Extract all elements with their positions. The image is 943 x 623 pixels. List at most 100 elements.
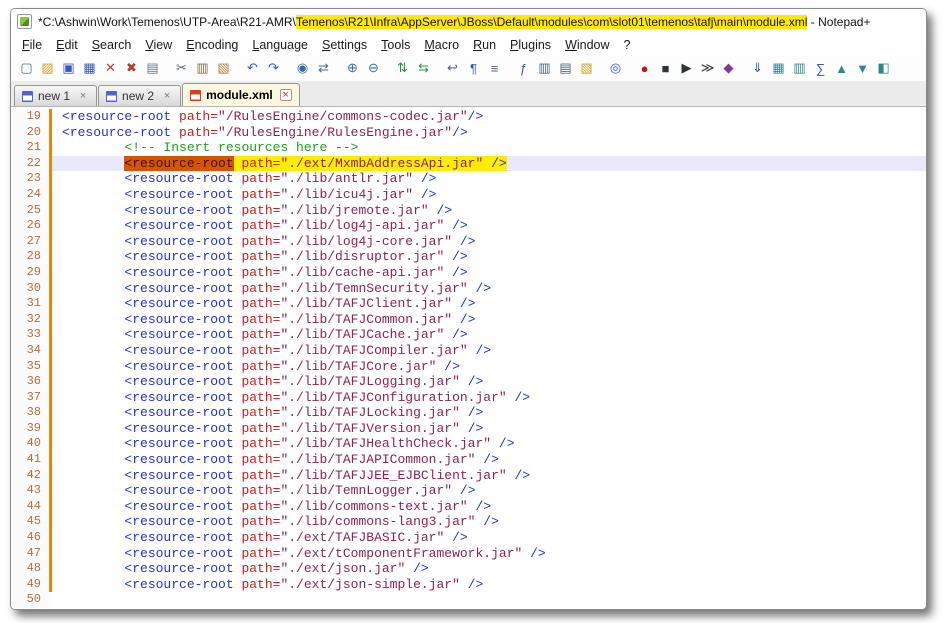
zoom-in-icon[interactable]: ⊕	[343, 59, 362, 78]
code-line-46[interactable]: 46 <resource-root path="./ext/TAFJBASIC.…	[11, 530, 926, 546]
monitoring-icon[interactable]: ◎	[606, 59, 625, 78]
code-line-29[interactable]: 29 <resource-root path="./lib/cache-api.…	[11, 265, 926, 281]
macro-stop-icon[interactable]: ■	[656, 59, 675, 78]
plugin-grid-icon[interactable]: ▦	[769, 59, 788, 78]
code-line-37[interactable]: 37 <resource-root path="./lib/TAFJConfig…	[11, 390, 926, 406]
code-line-38[interactable]: 38 <resource-root path="./lib/TAFJLockin…	[11, 405, 926, 421]
save-all-icon[interactable]: ▦	[80, 59, 99, 78]
line-number[interactable]: 50	[11, 592, 49, 608]
menu-item-file[interactable]: File	[15, 36, 49, 54]
code-line-23[interactable]: 23 <resource-root path="./lib/antlr.jar"…	[11, 171, 926, 187]
line-number[interactable]: 24	[11, 187, 49, 203]
line-number[interactable]: 36	[11, 374, 49, 390]
code-line-31[interactable]: 31 <resource-root path="./lib/TAFJClient…	[11, 296, 926, 312]
tab-new-2[interactable]: new 2×	[98, 85, 181, 106]
menu-item-search[interactable]: Search	[85, 36, 139, 54]
close-all-icon[interactable]: ✖	[122, 59, 141, 78]
editor-area[interactable]: 19<resource-root path="/RulesEngine/comm…	[11, 107, 926, 609]
code-line-28[interactable]: 28 <resource-root path="./lib/disruptor.…	[11, 249, 926, 265]
code-line-41[interactable]: 41 <resource-root path="./lib/TAFJAPICom…	[11, 452, 926, 468]
paste-icon[interactable]: ▧	[214, 59, 233, 78]
macro-record-icon[interactable]: ●	[635, 59, 654, 78]
title-bar[interactable]: *C:\Ashwin\Work\Temenos\UTP-Area\R21-AMR…	[11, 9, 926, 34]
save-icon[interactable]: ▣	[59, 59, 78, 78]
menu-item-language[interactable]: Language	[245, 36, 315, 54]
code-line-21[interactable]: 21 <!-- Insert resources here -->	[11, 140, 926, 156]
code-line-35[interactable]: 35 <resource-root path="./lib/TAFJCore.j…	[11, 359, 926, 375]
line-number[interactable]: 39	[11, 421, 49, 437]
menu-item-plugins[interactable]: Plugins	[503, 36, 558, 54]
zoom-out-icon[interactable]: ⊖	[364, 59, 383, 78]
new-file-icon[interactable]: ▢	[17, 59, 36, 78]
line-number[interactable]: 48	[11, 561, 49, 577]
line-number[interactable]: 31	[11, 296, 49, 312]
copy-icon[interactable]: ▥	[193, 59, 212, 78]
plugin-sort-asc-icon[interactable]: ▲	[832, 59, 851, 78]
find-icon[interactable]: ◉	[293, 59, 312, 78]
code-line-20[interactable]: 20<resource-root path="/RulesEngine/Rule…	[11, 125, 926, 141]
code-line-44[interactable]: 44 <resource-root path="./lib/commons-te…	[11, 499, 926, 515]
line-number[interactable]: 34	[11, 343, 49, 359]
plugin-sum-icon[interactable]: ∑	[811, 59, 830, 78]
open-folder-icon[interactable]: ▨	[38, 59, 57, 78]
macro-run-multiple-icon[interactable]: ≫	[698, 59, 717, 78]
menu-item-encoding[interactable]: Encoding	[179, 36, 245, 54]
line-number[interactable]: 38	[11, 405, 49, 421]
code-line-45[interactable]: 45 <resource-root path="./lib/commons-la…	[11, 514, 926, 530]
line-number[interactable]: 27	[11, 234, 49, 250]
code-line-32[interactable]: 32 <resource-root path="./lib/TAFJCommon…	[11, 312, 926, 328]
code-line-50[interactable]: 50	[11, 592, 926, 608]
line-number[interactable]: 37	[11, 390, 49, 406]
menu-item-window[interactable]: Window	[558, 36, 616, 54]
code-line-36[interactable]: 36 <resource-root path="./lib/TAFJLoggin…	[11, 374, 926, 390]
code-line-39[interactable]: 39 <resource-root path="./lib/TAFJVersio…	[11, 421, 926, 437]
line-number[interactable]: 28	[11, 249, 49, 265]
line-number[interactable]: 21	[11, 140, 49, 156]
sync-horizontal-icon[interactable]: ⇆	[414, 59, 433, 78]
line-number[interactable]: 19	[11, 109, 49, 125]
menu-item-tools[interactable]: Tools	[374, 36, 417, 54]
menu-item-settings[interactable]: Settings	[315, 36, 374, 54]
tab-new-1[interactable]: new 1×	[14, 85, 97, 106]
line-number[interactable]: 23	[11, 171, 49, 187]
menu-item-macro[interactable]: Macro	[417, 36, 466, 54]
plugin-sort-desc-icon[interactable]: ▼	[853, 59, 872, 78]
line-number[interactable]: 33	[11, 327, 49, 343]
code-line-25[interactable]: 25 <resource-root path="./lib/jremote.ja…	[11, 203, 926, 219]
plugin-split-icon[interactable]: ◧	[874, 59, 893, 78]
menu-item-edit[interactable]: Edit	[49, 36, 85, 54]
menu-item-view[interactable]: View	[138, 36, 179, 54]
cut-icon[interactable]: ✂	[172, 59, 191, 78]
line-number[interactable]: 49	[11, 577, 49, 593]
menu-item-help[interactable]: ?	[617, 36, 638, 54]
word-wrap-icon[interactable]: ↩	[443, 59, 462, 78]
print-icon[interactable]: ▤	[143, 59, 162, 78]
tab-close-icon[interactable]: ×	[161, 90, 173, 102]
menu-item-run[interactable]: Run	[466, 36, 503, 54]
show-all-characters-icon[interactable]: ¶	[464, 59, 483, 78]
code-line-34[interactable]: 34 <resource-root path="./lib/TAFJCompil…	[11, 343, 926, 359]
code-line-42[interactable]: 42 <resource-root path="./lib/TAFJJEE_EJ…	[11, 468, 926, 484]
line-number[interactable]: 42	[11, 468, 49, 484]
code-line-22[interactable]: 22 <resource-root path="./ext/MxmbAddres…	[11, 156, 926, 172]
macro-save-icon[interactable]: ◆	[719, 59, 738, 78]
indent-guide-icon[interactable]: ≡	[485, 59, 504, 78]
code-line-43[interactable]: 43 <resource-root path="./lib/TemnLogger…	[11, 483, 926, 499]
line-number[interactable]: 44	[11, 499, 49, 515]
tab-module.xml[interactable]: module.xml×	[182, 83, 300, 106]
line-number[interactable]: 45	[11, 514, 49, 530]
code-line-27[interactable]: 27 <resource-root path="./lib/log4j-core…	[11, 234, 926, 250]
code-line-33[interactable]: 33 <resource-root path="./lib/TAFJCache.…	[11, 327, 926, 343]
line-number[interactable]: 35	[11, 359, 49, 375]
replace-icon[interactable]: ⇄	[314, 59, 333, 78]
line-number[interactable]: 43	[11, 483, 49, 499]
macro-play-icon[interactable]: ▶	[677, 59, 696, 78]
line-number[interactable]: 41	[11, 452, 49, 468]
line-number[interactable]: 22	[11, 156, 49, 172]
undo-icon[interactable]: ↶	[243, 59, 262, 78]
document-list-icon[interactable]: ▤	[556, 59, 575, 78]
document-map-icon[interactable]: ▥	[535, 59, 554, 78]
sync-vertical-icon[interactable]: ⇅	[393, 59, 412, 78]
code-line-26[interactable]: 26 <resource-root path="./lib/log4j-api.…	[11, 218, 926, 234]
code-line-48[interactable]: 48 <resource-root path="./ext/json.jar" …	[11, 561, 926, 577]
